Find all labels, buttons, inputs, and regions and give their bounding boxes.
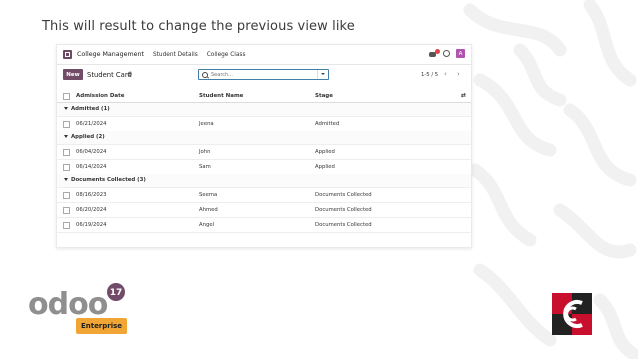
- cell-stage: Applied: [315, 164, 335, 170]
- cell-stage: Documents Collected: [315, 222, 372, 228]
- list-header: Admission Date Student Name Stage ⇄: [57, 89, 471, 103]
- table-row[interactable]: 06/21/2024 Jeena Admitted: [57, 116, 471, 132]
- group-label: Documents Collected (3): [71, 177, 146, 183]
- select-all-checkbox[interactable]: [63, 93, 70, 100]
- company-logo: [552, 293, 592, 335]
- cell-student-name: John: [199, 149, 211, 155]
- version-badge: 17: [110, 288, 123, 298]
- group-row-documents-collected[interactable]: Documents Collected (3): [57, 174, 471, 188]
- table-row[interactable]: 06/14/2024 Sam Applied: [57, 159, 471, 175]
- control-panel: New Student Card ⚙ 1-5 / 5 ‹ ›: [57, 64, 471, 86]
- activity-clock-icon[interactable]: [443, 50, 450, 57]
- gear-icon[interactable]: ⚙: [127, 71, 132, 78]
- cell-student-name: Ahmed: [199, 207, 218, 213]
- row-checkbox[interactable]: [63, 149, 70, 156]
- menu-student-details[interactable]: Student Details: [153, 52, 198, 58]
- new-button[interactable]: New: [63, 69, 83, 80]
- group-row-applied[interactable]: Applied (2): [57, 131, 471, 145]
- cell-stage: Applied: [315, 149, 335, 155]
- column-admission-date[interactable]: Admission Date: [76, 93, 125, 99]
- table-row[interactable]: 08/16/2023 Seema Documents Collected: [57, 187, 471, 203]
- search-options-toggle[interactable]: [317, 70, 328, 79]
- odoo-wordmark: odoo: [28, 287, 108, 322]
- row-checkbox[interactable]: [63, 164, 70, 171]
- row-checkbox[interactable]: [63, 222, 70, 229]
- cell-student-name: Jeena: [199, 121, 214, 127]
- cell-admission-date: 08/16/2023: [76, 192, 107, 198]
- cell-admission-date: 06/04/2024: [76, 149, 107, 155]
- cell-admission-date: 06/20/2024: [76, 207, 107, 213]
- table-row[interactable]: 06/04/2024 John Applied: [57, 144, 471, 160]
- cell-stage: Documents Collected: [315, 192, 372, 198]
- table-row[interactable]: 06/20/2024 Ahmed Documents Collected: [57, 202, 471, 218]
- app-menu-icon[interactable]: [63, 50, 72, 59]
- slide-caption: This will result to change the previous …: [42, 19, 355, 34]
- caret-down-icon: [64, 135, 68, 138]
- group-row-admitted[interactable]: Admitted (1): [57, 103, 471, 117]
- optional-columns-icon[interactable]: ⇄: [461, 92, 466, 99]
- column-student-name[interactable]: Student Name: [199, 93, 243, 99]
- cell-stage: Admitted: [315, 121, 340, 127]
- menu-college-class[interactable]: College Class: [207, 52, 246, 58]
- app-name[interactable]: College Management: [77, 51, 144, 58]
- odoo-screenshot: College Management Student Details Colle…: [56, 44, 472, 248]
- row-checkbox[interactable]: [63, 121, 70, 128]
- row-checkbox[interactable]: [63, 207, 70, 214]
- cell-admission-date: 06/14/2024: [76, 164, 107, 170]
- row-checkbox[interactable]: [63, 192, 70, 199]
- search-input[interactable]: [211, 71, 311, 78]
- cell-student-name: Seema: [199, 192, 218, 198]
- chat-icon[interactable]: [429, 48, 440, 58]
- cell-student-name: Angel: [199, 222, 215, 228]
- pager-next-button[interactable]: ›: [457, 70, 460, 78]
- search-icon: [202, 72, 208, 78]
- cell-admission-date: 06/19/2024: [76, 222, 107, 228]
- cell-stage: Documents Collected: [315, 207, 372, 213]
- pager-value[interactable]: 1-5 / 5: [421, 72, 438, 78]
- cell-student-name: Sam: [199, 164, 211, 170]
- group-label: Admitted (1): [71, 106, 110, 112]
- user-avatar[interactable]: A: [456, 49, 465, 58]
- pager-previous-button[interactable]: ‹: [444, 70, 447, 78]
- search-box[interactable]: [198, 69, 329, 80]
- caret-down-icon: [64, 107, 68, 110]
- top-navbar: College Management Student Details Colle…: [57, 45, 471, 65]
- odoo-logo: odoo 17: [28, 283, 125, 322]
- caret-down-icon: [64, 178, 68, 181]
- notification-badge: [435, 48, 440, 54]
- cell-admission-date: 06/21/2024: [76, 121, 107, 127]
- table-row[interactable]: 06/19/2024 Angel Documents Collected: [57, 217, 471, 233]
- breadcrumb: Student Card: [87, 71, 132, 79]
- column-stage[interactable]: Stage: [315, 93, 333, 99]
- enterprise-badge: Enterprise: [76, 318, 127, 334]
- group-label: Applied (2): [71, 134, 105, 140]
